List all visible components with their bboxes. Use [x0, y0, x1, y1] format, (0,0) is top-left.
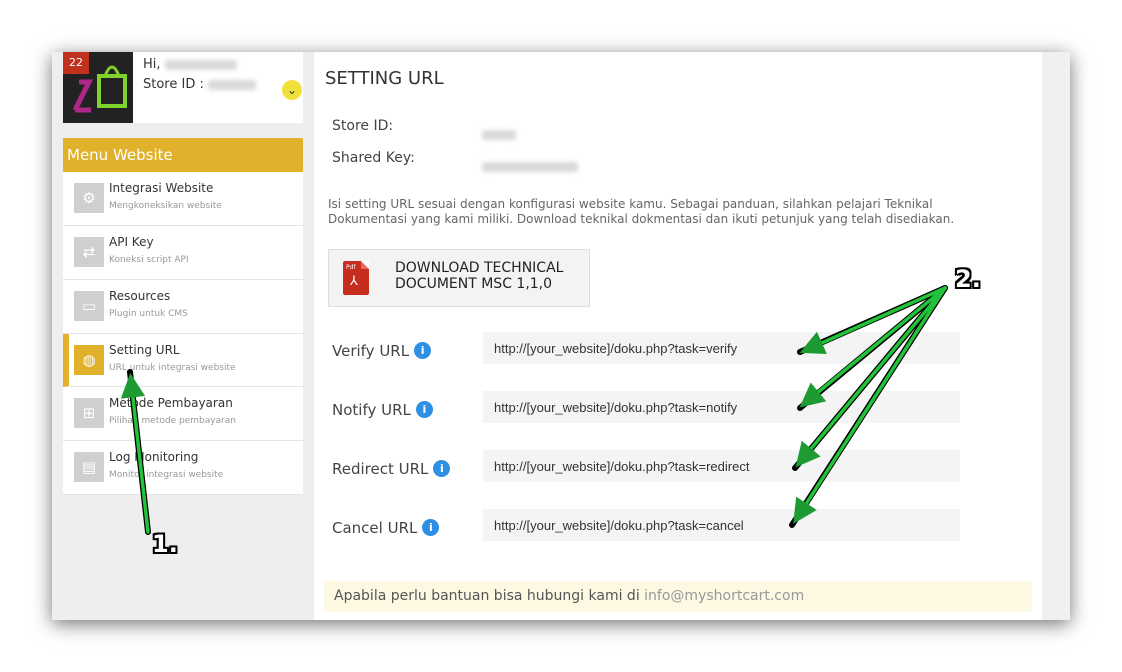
pdf-icon-tag: Pdf [346, 264, 356, 271]
store-logo: 22 [63, 52, 133, 123]
sidebar-item-metode-pembayaran[interactable]: ⊞ Metode Pembayaran Pilihan metode pemba… [63, 387, 303, 441]
redacted-name [164, 59, 237, 70]
verify-url-input[interactable] [483, 332, 960, 364]
sidebar-menu: ⚙ Integrasi Website Mengkoneksikan websi… [63, 172, 303, 495]
sidebar-item-label: Setting URL [109, 343, 180, 357]
shared-key-label: Shared Key: [332, 150, 415, 166]
menu-header: Menu Website [63, 138, 303, 172]
sidebar-item-integrasi-website[interactable]: ⚙ Integrasi Website Mengkoneksikan websi… [63, 172, 303, 226]
sidebar-item-label: API Key [109, 235, 154, 249]
user-box: 22 Hi, Store ID : ⌄ [63, 52, 303, 123]
pdf-icon: Pdf ⅄ [343, 261, 369, 295]
notify-url-input[interactable] [483, 391, 960, 423]
download-button-label: DOWNLOAD TECHNICAL DOCUMENT MSC 1,1,0 [395, 260, 563, 292]
redirect-url-label: Redirect URL i [332, 460, 451, 478]
redacted-store-id [208, 79, 256, 90]
info-icon[interactable]: i [433, 460, 451, 477]
download-technical-document-button[interactable]: Pdf ⅄ DOWNLOAD TECHNICAL DOCUMENT MSC 1,… [328, 249, 590, 307]
gear-icon: ⚙ [74, 183, 104, 213]
shopping-bag-icon [72, 65, 127, 113]
info-icon[interactable]: i [415, 401, 433, 418]
download-label-line2: DOCUMENT MSC 1,1,0 [395, 276, 553, 292]
sitemap-icon: ⊞ [74, 398, 104, 428]
chevron-down-icon[interactable]: ⌄ [282, 80, 302, 100]
instructions-text: Isi setting URL sesuai dengan konfiguras… [328, 197, 955, 226]
cancel-url-label: Cancel URL i [332, 519, 440, 537]
sidebar-item-sublabel: Mengkoneksikan website [109, 201, 222, 211]
verify-url-label: Verify URL i [332, 342, 432, 360]
sidebar-item-sublabel: Monitor integrasi website [109, 470, 224, 480]
redacted-shared-key-value [482, 156, 578, 175]
help-banner: Apabila perlu bantuan bisa hubungi kami … [324, 581, 1032, 612]
redirect-url-input[interactable] [483, 450, 960, 482]
help-email-link[interactable]: info@myshortcart.com [644, 588, 804, 604]
help-text: Apabila perlu bantuan bisa hubungi kami … [334, 588, 645, 604]
download-label-line1: DOWNLOAD TECHNICAL [395, 260, 564, 276]
sidebar-item-resources[interactable]: ▭ Resources Plugin untuk CMS [63, 280, 303, 334]
sidebar-item-sublabel: Koneksi script API [109, 255, 189, 265]
sidebar-item-label: Resources [109, 289, 171, 303]
inbox-icon: ▭ [74, 291, 104, 321]
main-content: SETTING URL Store ID: Shared Key: Isi se… [314, 52, 1042, 620]
annotation-marker-1: 1. [152, 530, 178, 558]
right-gutter [1042, 52, 1070, 620]
arrows-icon: ⇄ [74, 237, 104, 267]
notify-url-label: Notify URL i [332, 401, 433, 419]
sidebar-item-sublabel: Plugin untuk CMS [109, 309, 188, 319]
window-icon: ▤ [74, 452, 104, 482]
sidebar-item-label: Integrasi Website [109, 181, 214, 195]
redacted-store-id-value [482, 124, 516, 143]
greeting: Hi, [143, 57, 237, 72]
app-window: 22 Hi, Store ID : ⌄ Menu Website ⚙ Integ… [52, 52, 1070, 620]
annotation-marker-2: 2. [955, 265, 981, 293]
www-icon: ◍ [74, 345, 104, 375]
sidebar-item-sublabel: URL untuk integrasi website [109, 363, 236, 373]
sidebar-item-sublabel: Pilihan metode pembayaran [109, 416, 236, 426]
sidebar: 22 Hi, Store ID : ⌄ Menu Website ⚙ Integ… [52, 52, 314, 620]
acrobat-symbol: ⅄ [350, 274, 358, 289]
cancel-url-input[interactable] [483, 509, 960, 541]
user-store-id: Store ID : [143, 77, 256, 92]
sidebar-item-setting-url[interactable]: ◍ Setting URL URL untuk integrasi websit… [63, 334, 303, 387]
sidebar-item-label: Metode Pembayaran [109, 396, 233, 410]
store-id-label: Store ID: [332, 118, 394, 134]
sidebar-item-api-key[interactable]: ⇄ API Key Koneksi script API [63, 226, 303, 280]
info-icon[interactable]: i [422, 519, 440, 536]
sidebar-item-log-monitoring[interactable]: ▤ Log Monitoring Monitor integrasi websi… [63, 441, 303, 495]
sidebar-item-label: Log Monitoring [109, 450, 199, 464]
info-icon[interactable]: i [414, 342, 432, 359]
page-title: SETTING URL [325, 68, 444, 89]
